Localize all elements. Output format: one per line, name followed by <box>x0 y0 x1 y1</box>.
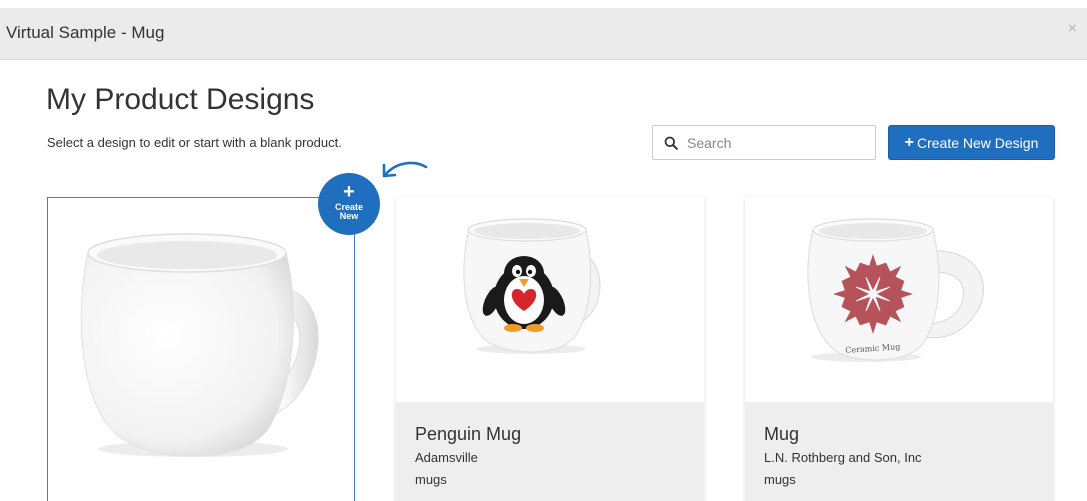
design-card[interactable]: Ceramic Mug Mug L.N. Rothberg and Son, I… <box>745 197 1053 501</box>
create-new-badge[interactable]: + Create New <box>318 173 380 235</box>
blank-product-card[interactable] <box>47 197 355 501</box>
design-company: L.N. Rothberg and Son, Inc <box>764 450 922 465</box>
design-card-image <box>396 197 704 402</box>
curved-arrow-icon <box>382 161 428 178</box>
create-new-design-label: Create New Design <box>916 134 1039 151</box>
flower-mug-image: Ceramic Mug <box>807 218 984 362</box>
design-category: mugs <box>764 472 796 487</box>
create-new-badge-label: Create New <box>334 202 363 221</box>
blank-mug-image <box>80 233 319 457</box>
search-box <box>652 125 876 160</box>
design-card[interactable]: Penguin Mug Adamsville mugs <box>396 197 704 501</box>
modal-header: Virtual Sample - Mug × <box>0 8 1087 60</box>
search-input[interactable] <box>687 127 867 158</box>
create-new-design-button[interactable]: + Create New Design <box>888 125 1055 160</box>
search-icon <box>664 136 678 150</box>
design-name: Penguin Mug <box>415 424 522 444</box>
design-company: Adamsville <box>415 450 478 465</box>
design-name: Mug <box>764 424 800 444</box>
design-card-image: Ceramic Mug <box>745 197 1053 402</box>
plus-icon: + <box>904 133 914 151</box>
page-subtitle: Select a design to edit or start with a … <box>47 135 342 150</box>
design-card-info: Penguin Mug Adamsville mugs <box>396 402 704 501</box>
plus-icon: + <box>343 181 355 203</box>
design-card-info: Mug L.N. Rothberg and Son, Inc mugs <box>745 402 1053 501</box>
page-title: My Product Designs <box>46 83 315 116</box>
design-category: mugs <box>415 472 447 487</box>
modal-title: Virtual Sample - Mug <box>6 23 165 42</box>
close-icon[interactable]: × <box>1068 20 1077 38</box>
penguin-mug-image <box>463 218 601 354</box>
